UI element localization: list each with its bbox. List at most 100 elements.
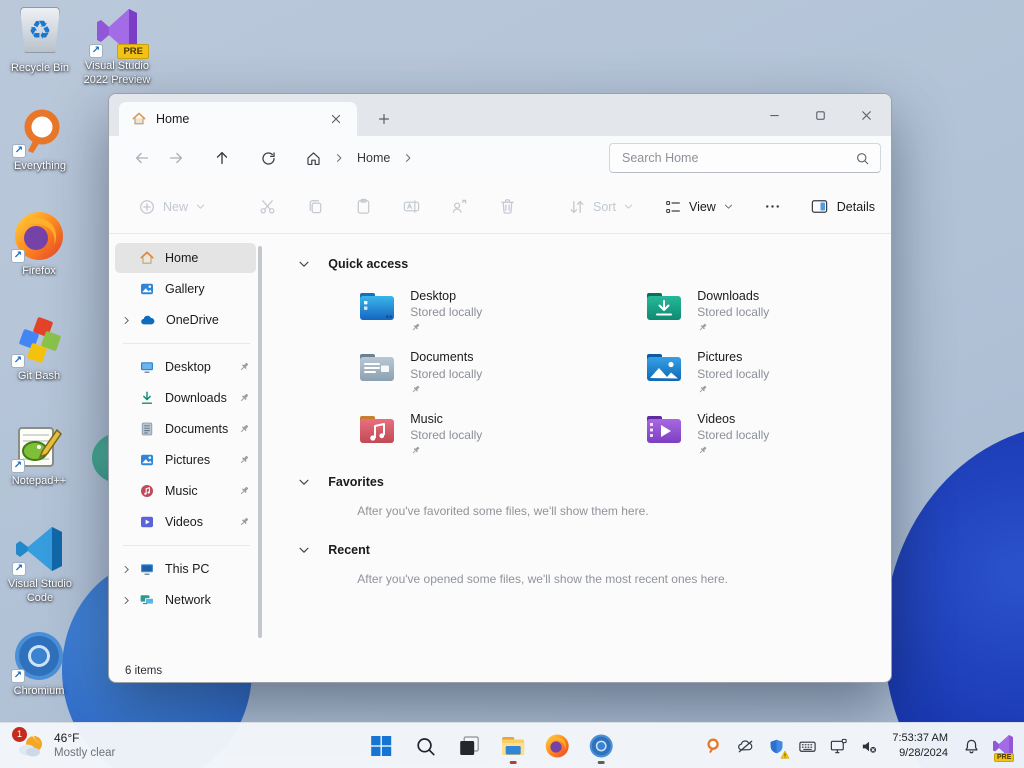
tab-close-button[interactable] [323,106,349,132]
videos-icon [141,516,153,528]
pin-icon [697,445,769,456]
git-bash-icon: ↗ [11,315,65,368]
details-button[interactable]: Details [810,197,875,216]
desktop-icon-git-bash[interactable]: ↗ Git Bash [0,315,78,384]
sidebar-item-downloads[interactable]: Downloads [115,383,256,413]
tray-everything-icon[interactable] [702,734,726,758]
collapse-chevron-icon[interactable] [297,543,311,557]
sidebar-item-pictures[interactable]: Pictures [115,445,256,475]
new-plus-icon [138,198,156,216]
clock-date: 9/28/2024 [899,747,948,759]
taskbar-chromium-button[interactable] [581,726,621,766]
sort-button[interactable]: Sort [559,189,643,225]
sidebar-item-videos[interactable]: Videos [115,507,256,537]
rename-button[interactable] [393,189,429,225]
desktop-icon-visual-studio-code[interactable]: ↗ Visual Studio Code [1,523,79,606]
tile-downloads[interactable]: Downloads Stored locally [644,288,891,333]
task-view-button[interactable] [449,726,489,766]
search-icon [855,151,870,166]
chevron-down-icon [195,201,206,212]
sidebar-item-label: This PC [165,562,210,576]
close-button[interactable] [843,94,889,136]
more-button[interactable] [755,189,791,225]
desktop-icon-label: Chromium [13,685,65,697]
sidebar-item-desktop[interactable]: Desktop [115,352,256,382]
back-button[interactable] [125,142,159,174]
breadcrumb-home-icon[interactable] [299,142,327,174]
new-button[interactable]: New [129,189,215,225]
pictures-icon [141,454,153,466]
view-button[interactable]: View [655,189,743,225]
paste-button[interactable] [345,189,381,225]
section-quick-access-header[interactable]: Quick access [297,252,891,276]
up-button[interactable] [205,142,239,174]
pin-icon [238,361,250,373]
collapse-chevron-icon[interactable] [297,475,311,489]
delete-button[interactable] [489,189,525,225]
sidebar-item-this-pc[interactable]: This PC [115,554,256,584]
preview-badge: PRE [994,753,1015,762]
forward-button[interactable] [159,142,193,174]
sidebar-item-network[interactable]: Network [115,585,256,615]
desktop-icon-chromium[interactable]: ↗ Chromium [0,630,78,699]
cut-button[interactable] [249,189,285,225]
tray-network-icon[interactable] [826,734,850,758]
start-button[interactable] [361,726,401,766]
refresh-button[interactable] [251,142,285,174]
file-explorer-window: Home Home Search Home New Sort View Deta… [108,93,892,683]
tab-home[interactable]: Home [119,102,357,136]
new-tab-button[interactable] [371,106,397,132]
tile-name: Music [410,411,443,426]
sidebar-item-label: Downloads [165,391,227,405]
collapse-chevron-icon[interactable] [297,257,311,271]
maximize-button[interactable] [797,94,843,136]
desktop-icon-everything[interactable]: ↗ Everything [1,105,79,174]
sidebar-item-home[interactable]: Home [115,243,257,273]
expand-chevron-icon[interactable] [121,315,132,326]
expand-chevron-icon[interactable] [121,564,132,575]
tile-documents[interactable]: Documents Stored locally [357,349,644,394]
taskbar-file-explorer-button[interactable] [493,726,533,766]
tile-pictures[interactable]: Pictures Stored locally [644,349,891,394]
tray-security-shield-icon[interactable] [764,734,790,759]
breadcrumb-chevron-icon[interactable] [402,152,414,164]
sidebar-item-label: Network [165,593,211,607]
search-box[interactable]: Search Home [609,143,881,173]
tile-status: Stored locally [697,428,770,443]
minimize-button[interactable] [751,94,797,136]
shortcut-arrow-icon: ↗ [11,354,25,368]
tile-name: Pictures [697,350,743,365]
weather-widget[interactable]: 1 46°F Mostly clear [8,726,123,766]
tray-visual-studio-icon[interactable]: PRE [990,733,1016,762]
desktop-icon-recycle-bin[interactable]: ♻ Recycle Bin [1,5,79,76]
taskbar-clock[interactable]: 7:53:37 AM 9/28/2024 [888,731,952,761]
sidebar-item-music[interactable]: Music [115,476,256,506]
taskbar-search-button[interactable] [405,726,445,766]
section-recent-header[interactable]: Recent [297,538,891,562]
sidebar-item-documents[interactable]: Documents [115,414,256,444]
tray-touch-keyboard-icon[interactable] [795,734,819,758]
tray-volume-muted-icon[interactable] [857,734,881,758]
expand-chevron-icon[interactable] [121,595,132,606]
share-button[interactable] [441,189,477,225]
taskbar-firefox-button[interactable] [537,726,577,766]
sidebar-item-gallery[interactable]: Gallery [115,274,256,304]
tile-videos[interactable]: Videos Stored locally [644,411,891,456]
share-icon [450,197,469,216]
tray-onedrive-paused-icon[interactable] [733,734,757,758]
section-favorites-header[interactable]: Favorites [297,470,891,494]
sidebar-item-onedrive[interactable]: OneDrive [115,305,256,335]
firefox-icon [545,734,569,758]
copy-button[interactable] [297,189,333,225]
sidebar-scrollbar[interactable] [258,246,263,638]
desktop-icon-firefox[interactable]: ↗ Firefox [0,210,78,279]
desktop-icon-notepad-plus-plus[interactable]: ↗ Notepad++ [0,420,78,489]
notification-bell-icon[interactable] [959,734,983,758]
tile-desktop[interactable]: Desktop Stored locally [357,288,644,333]
shortcut-arrow-icon: ↗ [11,669,25,683]
desktop-icon-visual-studio-2022-preview[interactable]: ↗ PRE Visual Studio 2022 Preview [78,5,156,88]
chromium-icon [589,734,613,758]
breadcrumb-item-home[interactable]: Home [351,148,396,168]
pin-icon [410,445,482,456]
tile-music[interactable]: Music Stored locally [357,411,644,456]
